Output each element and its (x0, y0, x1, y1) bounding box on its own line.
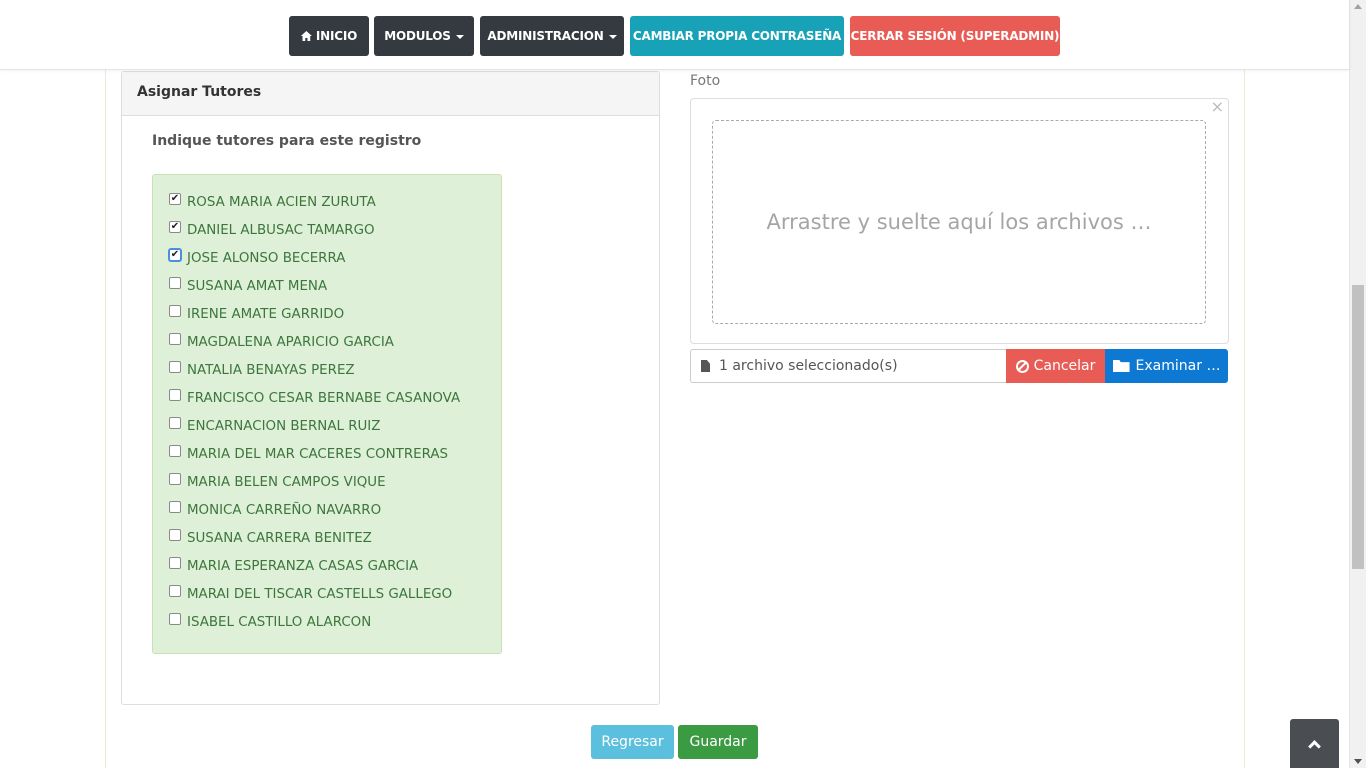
tutor-checkbox[interactable] (169, 361, 181, 373)
tutor-checkbox[interactable] (169, 585, 181, 597)
tutor-item[interactable]: FRANCISCO CESAR BERNABE CASANOVA (169, 388, 460, 408)
cancel-label: Cancelar (1033, 358, 1096, 374)
tutor-checkbox[interactable]: ✔ (169, 193, 181, 205)
nav-administracion-dropdown[interactable]: ADMINISTRACION (480, 16, 624, 56)
back-to-top-button[interactable] (1290, 719, 1339, 768)
tutor-checkbox[interactable] (169, 473, 181, 485)
tutor-item[interactable]: MAGDALENA APARICIO GARCIA (169, 332, 394, 352)
save-label: Guardar (689, 734, 747, 750)
tutor-item[interactable]: MARIA BELEN CAMPOS VIQUE (169, 472, 386, 492)
back-button[interactable]: Regresar (591, 725, 674, 759)
tutor-item[interactable]: MARIA ESPERANZA CASAS GARCIA (169, 556, 418, 576)
close-icon[interactable]: × (1211, 97, 1224, 116)
tutor-item[interactable]: NATALIA BENAYAS PEREZ (169, 360, 355, 380)
nav-modulos-label: MODULOS (384, 29, 451, 43)
tutor-item[interactable]: MARIA DEL MAR CACERES CONTRERAS (169, 444, 448, 464)
caret-down-icon (608, 34, 617, 39)
tutor-item[interactable]: SUSANA CARRERA BENITEZ (169, 528, 372, 548)
tutor-item[interactable]: IRENE AMATE GARRIDO (169, 304, 344, 324)
drop-area[interactable]: Arrastre y suelte aquí los archivos … (712, 120, 1206, 324)
tutor-name: MARIA BELEN CAMPOS VIQUE (187, 474, 386, 490)
tutor-checkbox[interactable] (169, 333, 181, 345)
ban-icon (1015, 359, 1029, 373)
tutor-item[interactable]: MONICA CARREÑO NAVARRO (169, 500, 381, 520)
save-button[interactable]: Guardar (678, 725, 758, 759)
change-password-button[interactable]: CAMBIAR PROPIA CONTRASEÑA (630, 16, 844, 56)
tutor-name: SUSANA AMAT MENA (187, 278, 328, 294)
tutor-name: SUSANA CARRERA BENITEZ (187, 530, 372, 546)
tutor-checkbox[interactable] (169, 417, 181, 429)
tutor-name: FRANCISCO CESAR BERNABE CASANOVA (187, 390, 461, 406)
assign-tutors-panel: Asignar Tutores Indique tutores para est… (121, 71, 660, 705)
foto-label: Foto (690, 73, 721, 89)
nav-modulos-dropdown[interactable]: MODULOS (374, 16, 474, 56)
tutor-checkbox[interactable] (169, 305, 181, 317)
browse-label: Examinar … (1135, 358, 1221, 374)
file-icon (701, 360, 710, 372)
tutor-checkbox[interactable] (169, 613, 181, 625)
tutor-checkbox[interactable] (169, 389, 181, 401)
tutor-name: ENCARNACION BERNAL RUIZ (187, 418, 381, 434)
file-caption-text: 1 archivo seleccionado(s) (719, 358, 898, 374)
file-input-group: 1 archivo seleccionado(s) Cancelar Exami… (690, 349, 1228, 383)
tutor-item[interactable]: ✔ ROSA MARIA ACIEN ZURUTA (169, 192, 376, 212)
logout-button[interactable]: CERRAR SESIÓN (SUPERADMIN) (850, 16, 1060, 56)
tutor-item[interactable]: ✔ JOSE ALONSO BECERRA (169, 248, 345, 268)
scroll-down-arrow-icon[interactable] (1354, 759, 1362, 764)
back-label: Regresar (601, 734, 664, 750)
tutor-checkbox[interactable] (169, 445, 181, 457)
tutor-name: MARIA DEL MAR CACERES CONTRERAS (187, 446, 449, 462)
tutor-checkbox[interactable] (169, 529, 181, 541)
tutor-name: JOSE ALONSO BECERRA (187, 250, 346, 266)
nav-inicio-button[interactable]: INICIO (289, 16, 369, 56)
tutor-item[interactable]: ENCARNACION BERNAL RUIZ (169, 416, 380, 436)
tutor-item[interactable]: MARAI DEL TISCAR CASTELLS GALLEGO (169, 584, 452, 604)
tutor-name: IRENE AMATE GARRIDO (187, 306, 345, 322)
page-scrollbar[interactable] (1349, 0, 1366, 768)
tutor-item[interactable]: SUSANA AMAT MENA (169, 276, 327, 296)
panel-title: Asignar Tutores (122, 72, 659, 116)
tutor-checkbox[interactable]: ✔ (169, 221, 181, 233)
browse-button[interactable]: Examinar … (1105, 349, 1228, 383)
tutor-item[interactable]: ISABEL CASTILLO ALARCON (169, 612, 371, 632)
tutor-name: MAGDALENA APARICIO GARCIA (187, 334, 394, 350)
panel-instructions: Indique tutores para este registro (152, 133, 422, 149)
tutor-item[interactable]: ✔ DANIEL ALBUSAC TAMARGO (169, 220, 375, 240)
tutor-name: DANIEL ALBUSAC TAMARGO (187, 222, 375, 238)
file-caption: 1 archivo seleccionado(s) (690, 349, 1007, 383)
home-icon (300, 31, 312, 41)
folder-open-icon (1112, 360, 1130, 372)
tutor-name: MARIA ESPERANZA CASAS GARCIA (187, 558, 419, 574)
logout-label: CERRAR SESIÓN (SUPERADMIN) (850, 29, 1060, 43)
cancel-upload-button[interactable]: Cancelar (1006, 349, 1105, 383)
scrollbar-thumb[interactable] (1352, 285, 1364, 569)
nav-inicio-label: INICIO (315, 29, 358, 43)
chevron-up-icon (1308, 740, 1321, 753)
tutor-name: ISABEL CASTILLO ALARCON (187, 614, 372, 630)
tutor-checkbox[interactable] (169, 501, 181, 513)
scroll-up-arrow-icon[interactable] (1354, 4, 1362, 9)
tutor-checkbox[interactable] (169, 557, 181, 569)
tutor-checkbox[interactable] (169, 277, 181, 289)
drop-hint: Arrastre y suelte aquí los archivos … (766, 210, 1152, 234)
change-password-label: CAMBIAR PROPIA CONTRASEÑA (632, 29, 842, 43)
caret-down-icon (455, 34, 464, 39)
tutor-checkbox[interactable]: ✔ (169, 249, 181, 261)
nav-administracion-label: ADMINISTRACION (487, 29, 604, 43)
tutor-name: ROSA MARIA ACIEN ZURUTA (187, 194, 376, 210)
tutor-name: MARAI DEL TISCAR CASTELLS GALLEGO (187, 586, 453, 602)
file-drop-zone[interactable]: × Arrastre y suelte aquí los archivos … (690, 97, 1229, 344)
top-navbar: INICIO MODULOS ADMINISTRACION CAMBIAR PR… (0, 0, 1349, 70)
tutor-name: MONICA CARREÑO NAVARRO (187, 502, 382, 518)
tutor-name: NATALIA BENAYAS PEREZ (187, 362, 355, 378)
tutor-checkbox-list: ✔ ROSA MARIA ACIEN ZURUTA ✔ DANIEL ALBUSAC … (152, 174, 502, 654)
